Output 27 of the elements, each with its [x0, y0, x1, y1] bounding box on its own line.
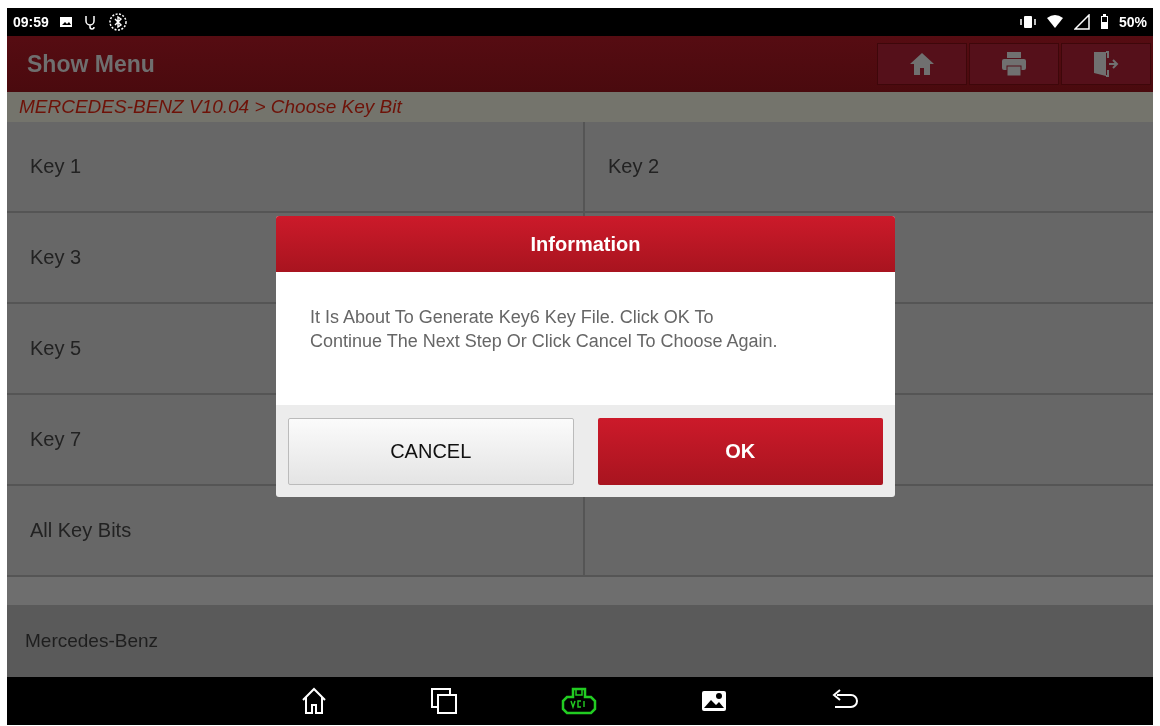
exit-door-icon [1092, 51, 1120, 77]
menu-item[interactable]: Key 2 [585, 122, 1153, 213]
gallery-icon[interactable] [701, 690, 727, 712]
bluetooth-icon [108, 13, 127, 31]
breadcrumb: MERCEDES-BENZ V10.04 > Choose Key Bit [7, 92, 1153, 122]
dialog-message: It Is About To Generate Key6 Key File. Click OK To Continue The Next Step Or Click Cancel To Choose Again. [276, 272, 895, 405]
exit-button[interactable] [1061, 43, 1151, 85]
dialog-title: Information [276, 216, 895, 272]
battery-level: 50% [1118, 14, 1147, 30]
screen-title: Show Menu [27, 50, 156, 78]
cancel-button[interactable]: CANCEL [288, 418, 574, 485]
signal-icon [1073, 14, 1090, 30]
home-icon [909, 52, 935, 76]
wifi-icon [1045, 14, 1064, 30]
print-button[interactable] [969, 43, 1059, 85]
printer-icon [1001, 51, 1027, 77]
vci-connector-icon[interactable] [561, 687, 597, 715]
home-icon[interactable] [301, 687, 327, 715]
image-icon [58, 16, 73, 28]
vibrate-icon [1019, 15, 1036, 29]
vehicle-label: Mercedes-Benz [7, 605, 1153, 677]
home-button[interactable] [877, 43, 967, 85]
menu-item[interactable]: Key 1 [7, 122, 585, 213]
battery-icon [1099, 14, 1109, 30]
clock-time: 09:59 [13, 14, 49, 30]
recent-apps-icon[interactable] [431, 688, 457, 714]
confirm-button[interactable]: OK [597, 418, 883, 485]
